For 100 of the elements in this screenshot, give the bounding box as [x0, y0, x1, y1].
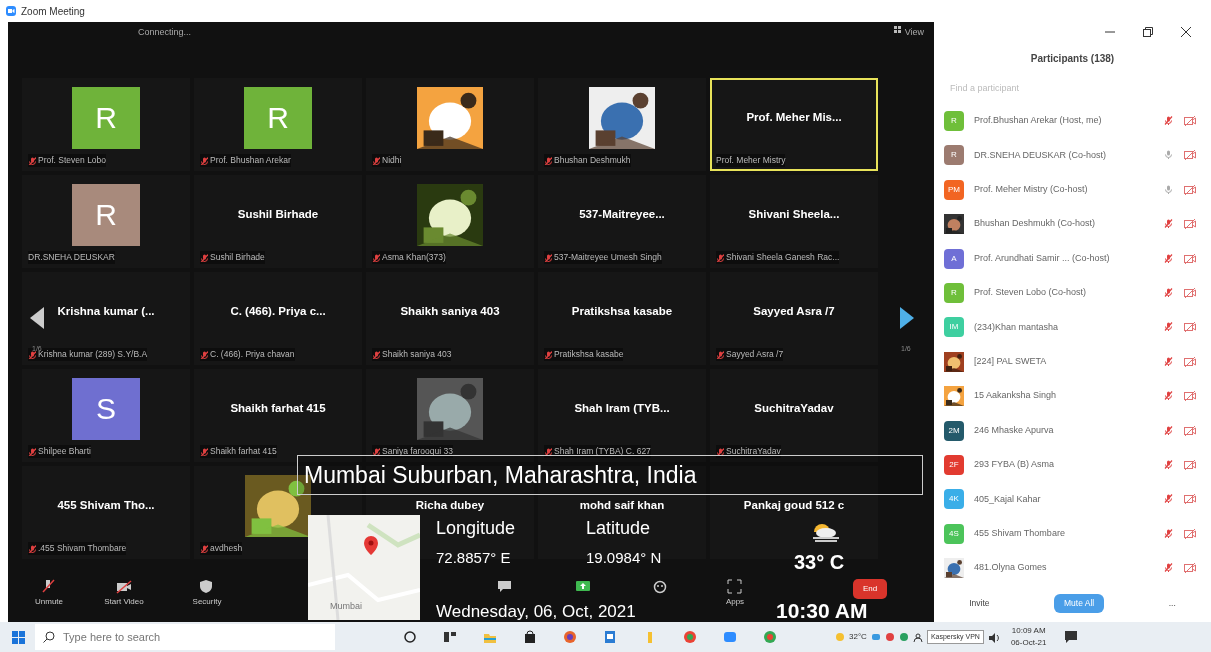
participant-label: Prof. Bhushan Arekar — [210, 154, 291, 167]
restore-icon[interactable] — [1143, 26, 1153, 37]
participant-name: Shaikh saniya 403 — [400, 303, 500, 319]
video-off-icon — [116, 579, 132, 594]
participant-label: avdhesh — [210, 542, 243, 555]
task-view-icon[interactable] — [403, 630, 417, 644]
weather-text: 32°C — [849, 631, 867, 643]
longitude-value: 72.8857° E — [436, 550, 511, 566]
clock-date: 06-Oct-21 — [1010, 637, 1047, 649]
video-off-icon — [1184, 218, 1196, 231]
muted-mic-icon — [41, 579, 57, 594]
participant-name: [224] PAL SWETA — [974, 355, 1048, 368]
participant-label: Asma Khan(373) — [382, 251, 446, 264]
participant-name: Prof.Bhushan Arekar (Host, me) — [974, 114, 1103, 128]
app-logo-icon — [6, 6, 16, 16]
end-button[interactable]: End — [852, 579, 888, 599]
smiley-icon[interactable] — [653, 579, 669, 594]
grid-icon — [893, 26, 901, 33]
panel-title: Participants (138) — [1029, 52, 1116, 67]
participant-label: Shaikh saniya 403 — [382, 348, 452, 361]
video-button[interactable]: Start Video — [80, 579, 168, 608]
avatar: 4S — [944, 523, 964, 544]
person-icon[interactable] — [912, 632, 923, 642]
clock-time: 10:09 AM — [1011, 625, 1046, 637]
participant-label: Saniya farooqui 33 — [382, 445, 453, 458]
avatar: 2F — [944, 454, 964, 475]
avatar: R — [244, 86, 312, 149]
avatar: R — [944, 282, 964, 303]
avatar: 2M — [944, 420, 964, 441]
share-screen-icon[interactable] — [575, 579, 591, 594]
time-text: 10:30 AM — [776, 600, 868, 623]
widgets-icon[interactable] — [443, 630, 457, 644]
apps-button[interactable]: Apps — [700, 579, 770, 608]
video-off-icon — [1184, 527, 1196, 540]
participant-name: Pankaj goud 512 c — [743, 497, 845, 513]
video-off-icon — [1184, 321, 1196, 334]
participant-name: Shaikh farhat 415 — [230, 400, 326, 416]
participant-name: 246 Mhaske Apurva — [974, 423, 1055, 437]
avatar: 4K — [944, 489, 964, 510]
sun-icon — [835, 632, 845, 642]
window-title: Zoom Meeting — [21, 4, 85, 19]
participant-name: mohd saif khan — [579, 497, 665, 513]
participant-name: 455 Shivam Tho... — [57, 497, 155, 513]
participant-label: Shilpee Bharti — [38, 445, 91, 458]
participant-label: C. (466). Priya chavan — [210, 348, 295, 361]
next-page-arrow[interactable] — [900, 307, 914, 329]
windows-start-icon[interactable] — [12, 630, 25, 644]
document-icon[interactable] — [603, 630, 617, 644]
longitude-label: Longitude — [436, 519, 516, 538]
avatar: A — [944, 248, 964, 269]
participant-label: 537-Maitreyee Umesh Singh — [554, 251, 662, 264]
participant-label: Shah Iram (TYBA) C. 627 — [554, 445, 651, 458]
video-off-icon — [1184, 458, 1196, 471]
participant-label: Bhushan Deshmukh — [554, 154, 631, 167]
latitude-value: 19.0984° N — [586, 550, 662, 566]
date-text: Wednesday, 06, Oct, 2021 — [436, 603, 636, 621]
participant-label: Prof. Steven Lobo — [38, 154, 107, 167]
participant-label: Pratikshsa kasabe — [554, 348, 624, 361]
participant-name: Prof. Arundhati Samir ... (Co-host) — [974, 251, 1111, 265]
panel-button[interactable]: Invite — [963, 596, 996, 611]
view-button[interactable]: View — [893, 26, 924, 70]
avatar: R — [944, 145, 964, 166]
participant-label: Sayyed Asra /7 — [726, 348, 784, 361]
video-off-icon — [1184, 115, 1196, 127]
participant-name: 481.Olyna Gomes — [974, 561, 1048, 575]
taskbar-search-field[interactable]: Type here to search — [35, 624, 335, 650]
participant-name: Prof. Meher Mistry (Co-host) — [974, 183, 1089, 197]
video-off-icon — [1184, 183, 1196, 196]
video-off-icon — [1184, 390, 1196, 403]
status-text: Connecting... — [138, 26, 192, 39]
avatar: R — [72, 183, 140, 246]
location-banner: Mumbai Suburban, Maharashtra, India — [297, 455, 923, 495]
participant-label: SuchitraYadav — [726, 445, 781, 458]
participant-name: Krishna kumar (... — [57, 303, 155, 319]
map-label: Mumbai — [330, 600, 362, 613]
speaker-icon[interactable] — [987, 631, 999, 643]
video-off-icon — [1184, 286, 1196, 299]
participant-name: Richa dubey — [415, 497, 485, 513]
participant-label: .455 Shivam Thombare — [38, 542, 127, 555]
shopping-bag-icon[interactable] — [523, 630, 537, 644]
participant-name: Shivani Sheela... — [748, 206, 840, 222]
notification-icon[interactable] — [1064, 630, 1079, 644]
participant-name: Bhushan Deshmukh (Co-host) — [974, 217, 1097, 231]
apps-icon — [727, 579, 743, 594]
participant-label: Shaikh farhat 415 — [210, 445, 277, 458]
participant-label: Shivani Sheela Ganesh Rac... — [726, 251, 840, 264]
video-off-icon — [1184, 493, 1196, 506]
chat-icon[interactable] — [497, 579, 513, 594]
participant-name: Shah Iram (TYB... — [574, 400, 670, 416]
close-icon[interactable] — [1181, 26, 1191, 37]
video-off-icon — [1184, 149, 1196, 162]
security-button[interactable]: Security — [168, 579, 246, 608]
participant-name: 293 FYBA (B) Asma — [974, 458, 1056, 472]
video-off-icon — [1184, 252, 1196, 265]
participant-name: SuchitraYadav — [754, 400, 834, 416]
latitude-label: Latitude — [586, 519, 651, 538]
panel-button[interactable]: ... — [1162, 596, 1182, 611]
participant-name: DR.SNEHA DEUSKAR (Co-host) — [974, 148, 1108, 162]
unmute-button[interactable]: Unmute — [18, 579, 80, 608]
previous-page-arrow[interactable] — [30, 307, 44, 329]
